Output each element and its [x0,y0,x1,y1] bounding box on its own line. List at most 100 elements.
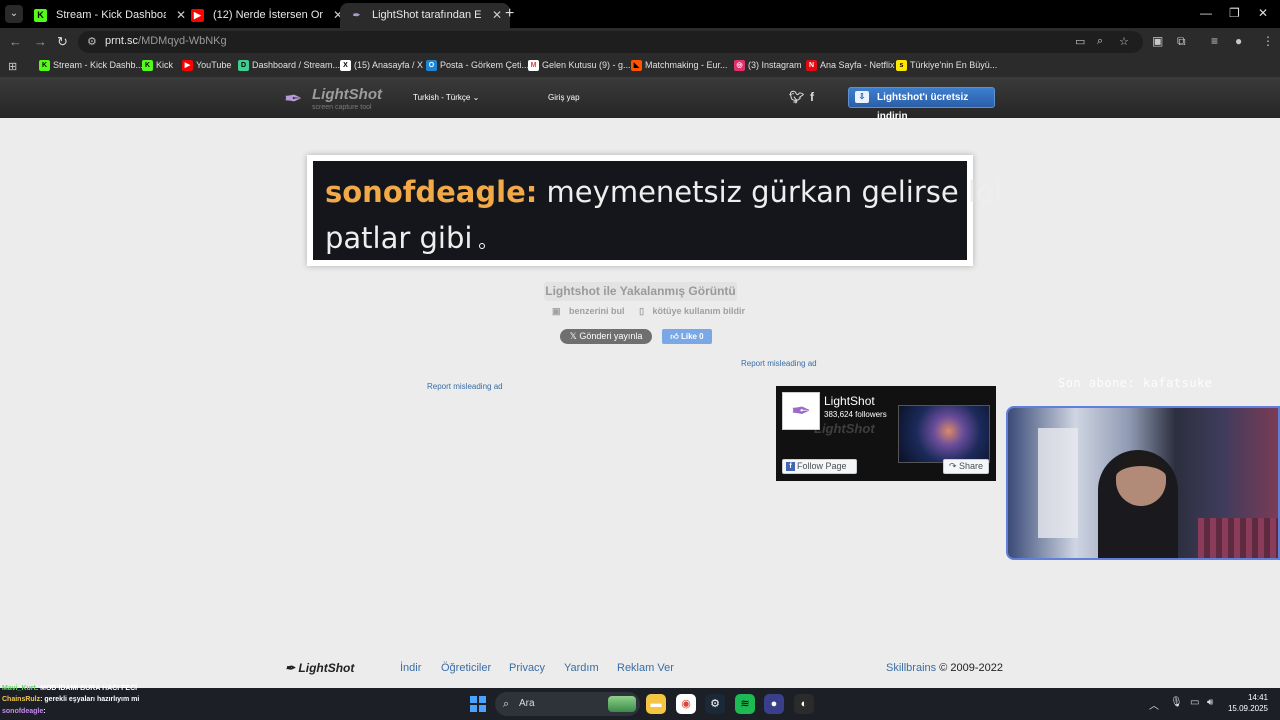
footer-link-advertise[interactable]: Reklam Ver [617,662,674,674]
lightshot-logo[interactable]: ✒ LightShot screen capture tool [284,84,394,112]
tab-lightshot[interactable]: ✒ LightShot tarafından Ekran Gör ✕ [340,3,510,28]
faceit-icon: ◣ [631,60,642,71]
obs-icon[interactable]: ● [764,694,784,714]
facebook-icon[interactable]: f [810,90,814,104]
bookmark-item[interactable]: D Dashboard / Stream... [238,60,340,71]
extension-icon[interactable]: ▣ [1152,34,1163,48]
puzzle-icon[interactable]: ⧉ [1177,34,1186,49]
volume-icon[interactable]: 🔊︎ [1207,697,1213,708]
close-window-icon[interactable]: ✕ [1258,6,1268,20]
youtube-icon: ▶ [191,9,204,22]
bookmark-item[interactable]: N Ana Sayfa - Netflix [806,60,895,71]
login-link[interactable]: Giriş yap [548,93,580,102]
download-button[interactable]: ⇩ Lightshot'ı ücretsiz indirin [848,87,995,122]
tab-youtube[interactable]: ▶ (12) Nerde İstersen Orda | Rudo ✕ [181,3,351,28]
bookmark-item[interactable]: ◎ (3) Instagram [734,60,802,71]
find-similar-link[interactable]: ▣ benzerini bul [552,306,631,316]
bookmark-item[interactable]: K Kick [142,60,173,71]
tab-label: Stream - Kick Dashboard [56,9,166,21]
site-info-icon[interactable]: ⚙ [87,35,97,48]
lightshot-header: ✒ LightShot screen capture tool Turkish … [0,78,1280,122]
cast-icon[interactable]: ▭ [1075,35,1085,48]
bookmark-item[interactable]: M Gelen Kutusu (9) - g... [528,60,631,71]
tab-label: LightShot tarafından Ekran Gör [372,9,482,21]
taskbar-clock[interactable]: 14:41 15.09.2025 [1226,692,1268,714]
taskbar-search-input[interactable]: ⌕ Ara [495,692,640,716]
chat-overlay-line: ChainsRulz: gerekli eşyaları hazırlıyım … [2,696,140,703]
bookmark-item[interactable]: K Stream - Kick Dashb... [39,60,143,71]
back-icon[interactable]: ← [9,34,22,49]
forward-icon[interactable]: → [34,34,47,49]
logo-tagline: screen capture tool [312,104,372,111]
instagram-icon: ◎ [734,60,745,71]
download-icon: ⇩ [855,91,869,103]
bookmark-item[interactable]: O Posta - Görkem Çeti... [426,60,529,71]
twitter-icon[interactable]: 🐦︎ [789,90,804,104]
facebook-like-button[interactable]: 👍︎ Like 0 [662,329,712,344]
report-misleading-ad-link[interactable]: Report misleading ad [741,359,817,368]
microphone-icon[interactable]: 🎙︎ [1170,697,1183,708]
reading-list-icon[interactable]: ≡ [1211,34,1218,48]
feather-icon: ✒ [285,661,296,675]
steam-icon[interactable]: ⚙ [705,694,725,714]
kick-icon: K [34,9,47,22]
chat-overlay-line: Mavi_Kurt: MOD İDAMI BURA HACI FECİ [2,685,138,692]
chat-message-text: meymenetsiz gürkan gelirse lol [537,175,1002,209]
follow-page-button[interactable]: f Follow Page [782,459,857,474]
report-misleading-ad-link[interactable]: Report misleading ad [427,382,503,391]
url-input[interactable]: ⚙ prnt.sc/MDMqyd-WbNKg ▭ ⌕ ☆ [78,31,1143,53]
bookmark-item[interactable]: X (15) Anasayfa / X [340,60,423,71]
tab-label: (12) Nerde İstersen Orda | Rudo [213,9,323,21]
tab-kick-dashboard[interactable]: K Stream - Kick Dashboard ✕ [24,3,194,28]
bookmark-star-icon[interactable]: ☆ [1119,35,1129,48]
minimize-icon[interactable]: — [1200,6,1212,20]
footer-link-help[interactable]: Yardım [564,662,599,674]
outlook-icon: O [426,60,437,71]
zoom-icon[interactable]: ⌕ [1097,35,1103,48]
page-name[interactable]: LightShot [824,394,875,408]
chat-username: sonofdeagle: [325,175,538,209]
page-avatar[interactable]: ✒ [782,392,820,430]
file-explorer-icon[interactable]: ▬ [646,694,666,714]
profile-avatar-icon[interactable]: ● [1235,34,1242,48]
tab-search-icon[interactable]: ⌄ [5,5,23,23]
network-icon[interactable]: ▭ [1190,697,1199,708]
share-icon: ↷ [948,461,957,471]
skillbrains-link[interactable]: Skillbrains [886,662,936,674]
screenshot-image[interactable]: sonofdeagle: meymenetsiz gürkan gelirse … [313,161,1002,260]
footer-link-tutorials[interactable]: Öğreticiler [441,662,491,674]
chrome-icon[interactable]: ◉ [676,694,696,714]
spotify-icon[interactable]: ≋ [735,694,755,714]
share-button[interactable]: ↷ Share [943,459,989,474]
footer-link-download[interactable]: İndir [400,662,421,674]
footer-link-privacy[interactable]: Privacy [509,662,545,674]
bookmarks-bar: ⊞ K Stream - Kick Dashb... K Kick ▶ YouTube… [0,56,1280,78]
windows-start-icon[interactable] [470,696,486,712]
footer-logo[interactable]: ✒ LightShot [285,661,354,675]
app-icon[interactable]: ◐ [794,694,814,714]
close-icon[interactable]: ✕ [492,3,502,28]
language-select[interactable]: Turkish - Türkçe ⌄ [413,93,479,102]
webcam-bed [1198,518,1278,558]
facebook-page-widget: LightShot ✒ LightShot 383,624 followers … [776,386,996,481]
x-icon: X [340,60,351,71]
post-on-x-button[interactable]: 𝕏 Gönderi yayınla [560,329,652,344]
webcam-overlay [1006,406,1280,560]
reload-icon[interactable]: ↻ [57,34,68,50]
clock-time: 14:41 [1247,693,1268,702]
apps-grid-icon[interactable]: ⊞ [8,60,17,73]
sahibinden-icon: s [896,60,907,71]
bookmark-item[interactable]: s Türkiye'nin En Büyü... [896,60,997,71]
bookmark-item[interactable]: ◣ Matchmaking - Eur... [631,60,728,71]
x-icon: 𝕏 [569,331,577,341]
menu-icon[interactable]: ⋮ [1262,34,1274,48]
new-tab-button[interactable]: + [505,5,514,23]
copyright: Skillbrains © 2009-2022 [886,662,1003,674]
report-abuse-link[interactable]: ▯ kötüye kullanım bildir [639,306,751,316]
tray-overflow-icon[interactable]: ︿ [1149,697,1159,712]
restore-icon[interactable]: ❐ [1229,6,1240,20]
logo-name: LightShot [312,86,382,103]
kick-icon: K [142,60,153,71]
bookmark-item[interactable]: ▶ YouTube [182,60,231,71]
follower-count: 383,624 followers [824,410,887,419]
